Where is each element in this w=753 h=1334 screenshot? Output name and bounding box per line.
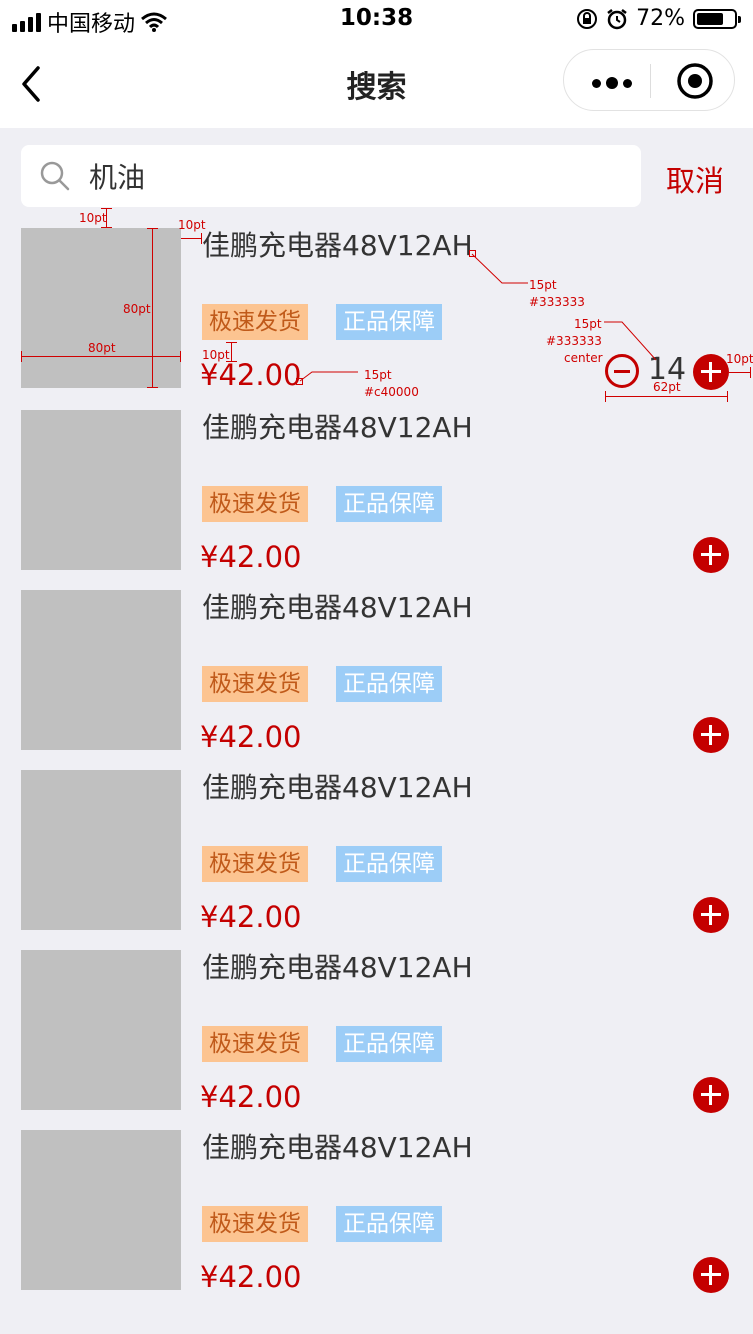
tag-fast-shipping: 极速发货 <box>202 846 308 882</box>
spec-right-margin: 10pt <box>726 352 753 366</box>
spec-price-color: #c40000 <box>364 385 419 399</box>
spec-price-size: 15pt <box>364 368 392 382</box>
product-image[interactable] <box>21 770 181 930</box>
tag-genuine-guarantee: 正品保障 <box>336 1206 442 1242</box>
battery-fill <box>697 12 723 25</box>
spec-image-width: 80pt <box>88 341 116 355</box>
search-input[interactable] <box>89 157 609 195</box>
orientation-lock-icon <box>577 8 598 29</box>
search-icon <box>40 161 70 191</box>
tag-genuine-guarantee: 正品保障 <box>336 666 442 702</box>
tag-genuine-guarantee: 正品保障 <box>336 304 442 340</box>
add-to-cart-button[interactable] <box>693 1257 729 1293</box>
add-to-cart-button[interactable] <box>693 897 729 933</box>
tag-fast-shipping: 极速发货 <box>202 1206 308 1242</box>
more-dots-icon[interactable] <box>592 77 632 89</box>
spec-stepper-width: 62pt <box>653 380 681 394</box>
tag-fast-shipping: 极速发货 <box>202 486 308 522</box>
battery-percent: 72% <box>636 6 685 31</box>
product-item[interactable]: 佳鹏充电器48V12AH 极速发货 正品保障 ¥42.00 <box>21 410 741 574</box>
product-price: ¥42.00 <box>200 1080 302 1114</box>
product-name: 佳鹏充电器48V12AH <box>202 411 473 444</box>
add-to-cart-button[interactable] <box>693 1077 729 1113</box>
product-price: ¥42.00 <box>200 1260 302 1294</box>
product-price: ¥42.00 <box>200 720 302 754</box>
product-image[interactable] <box>21 950 181 1110</box>
product-name: 佳鹏充电器48V12AH <box>202 1131 473 1164</box>
spec-name-color: #333333 <box>529 295 585 309</box>
product-item[interactable]: 佳鹏充电器48V12AH 极速发货 正品保障 ¥42.00 <box>21 950 741 1114</box>
tag-genuine-guarantee: 正品保障 <box>336 486 442 522</box>
spec-tag-price-gap: 10pt <box>202 348 230 362</box>
add-to-cart-button[interactable] <box>693 717 729 753</box>
product-item[interactable]: 佳鹏充电器48V12AH 极速发货 正品保障 ¥42.00 <box>21 590 741 754</box>
spec-image-text-gap: 10pt <box>178 218 206 232</box>
spec-qty-align: center <box>564 351 603 365</box>
add-to-cart-button[interactable] <box>693 537 729 573</box>
product-item[interactable]: 佳鹏充电器48V12AH 极速发货 正品保障 ¥42.00 <box>21 770 741 934</box>
spec-price-leader <box>299 371 358 382</box>
product-name: 佳鹏充电器48V12AH <box>202 951 473 984</box>
battery-icon <box>693 8 741 29</box>
spec-top-gap: 10pt <box>79 211 107 225</box>
tag-fast-shipping: 极速发货 <box>202 304 308 340</box>
product-image[interactable] <box>21 228 181 388</box>
product-price: ¥42.00 <box>200 540 302 574</box>
product-image[interactable] <box>21 1130 181 1290</box>
spec-image-height: 80pt <box>123 302 151 316</box>
target-circle-icon[interactable] <box>676 62 714 100</box>
product-name: 佳鹏充电器48V12AH <box>202 591 473 624</box>
product-price: ¥42.00 <box>200 358 302 392</box>
product-image[interactable] <box>21 410 181 570</box>
tag-fast-shipping: 极速发货 <box>202 666 308 702</box>
tag-genuine-guarantee: 正品保障 <box>336 1026 442 1062</box>
spec-name-size: 15pt <box>529 278 557 292</box>
product-item[interactable]: 佳鹏充电器48V12AH 极速发货 正品保障 ¥42.00 <box>21 1130 741 1294</box>
status-bar: 中国移动 10:38 72% <box>0 0 753 40</box>
capsule-divider <box>650 64 651 98</box>
mini-program-capsule <box>563 49 735 111</box>
nav-bar: 搜索 <box>0 40 753 128</box>
search-bar <box>21 145 641 207</box>
product-name: 佳鹏充电器48V12AH <box>202 229 473 262</box>
alarm-icon <box>607 8 627 29</box>
tag-genuine-guarantee: 正品保障 <box>336 846 442 882</box>
cancel-button[interactable]: 取消 <box>666 158 724 200</box>
product-name: 佳鹏充电器48V12AH <box>202 771 473 804</box>
spec-qty-size: 15pt <box>574 317 602 331</box>
spec-name-leader <box>471 253 528 284</box>
tag-fast-shipping: 极速发货 <box>202 1026 308 1062</box>
spec-qty-color: #333333 <box>546 334 602 348</box>
product-image[interactable] <box>21 590 181 750</box>
add-to-cart-button[interactable] <box>693 354 729 390</box>
product-price: ¥42.00 <box>200 900 302 934</box>
spec-qty-leader <box>604 321 657 361</box>
status-right: 72% <box>576 6 741 31</box>
